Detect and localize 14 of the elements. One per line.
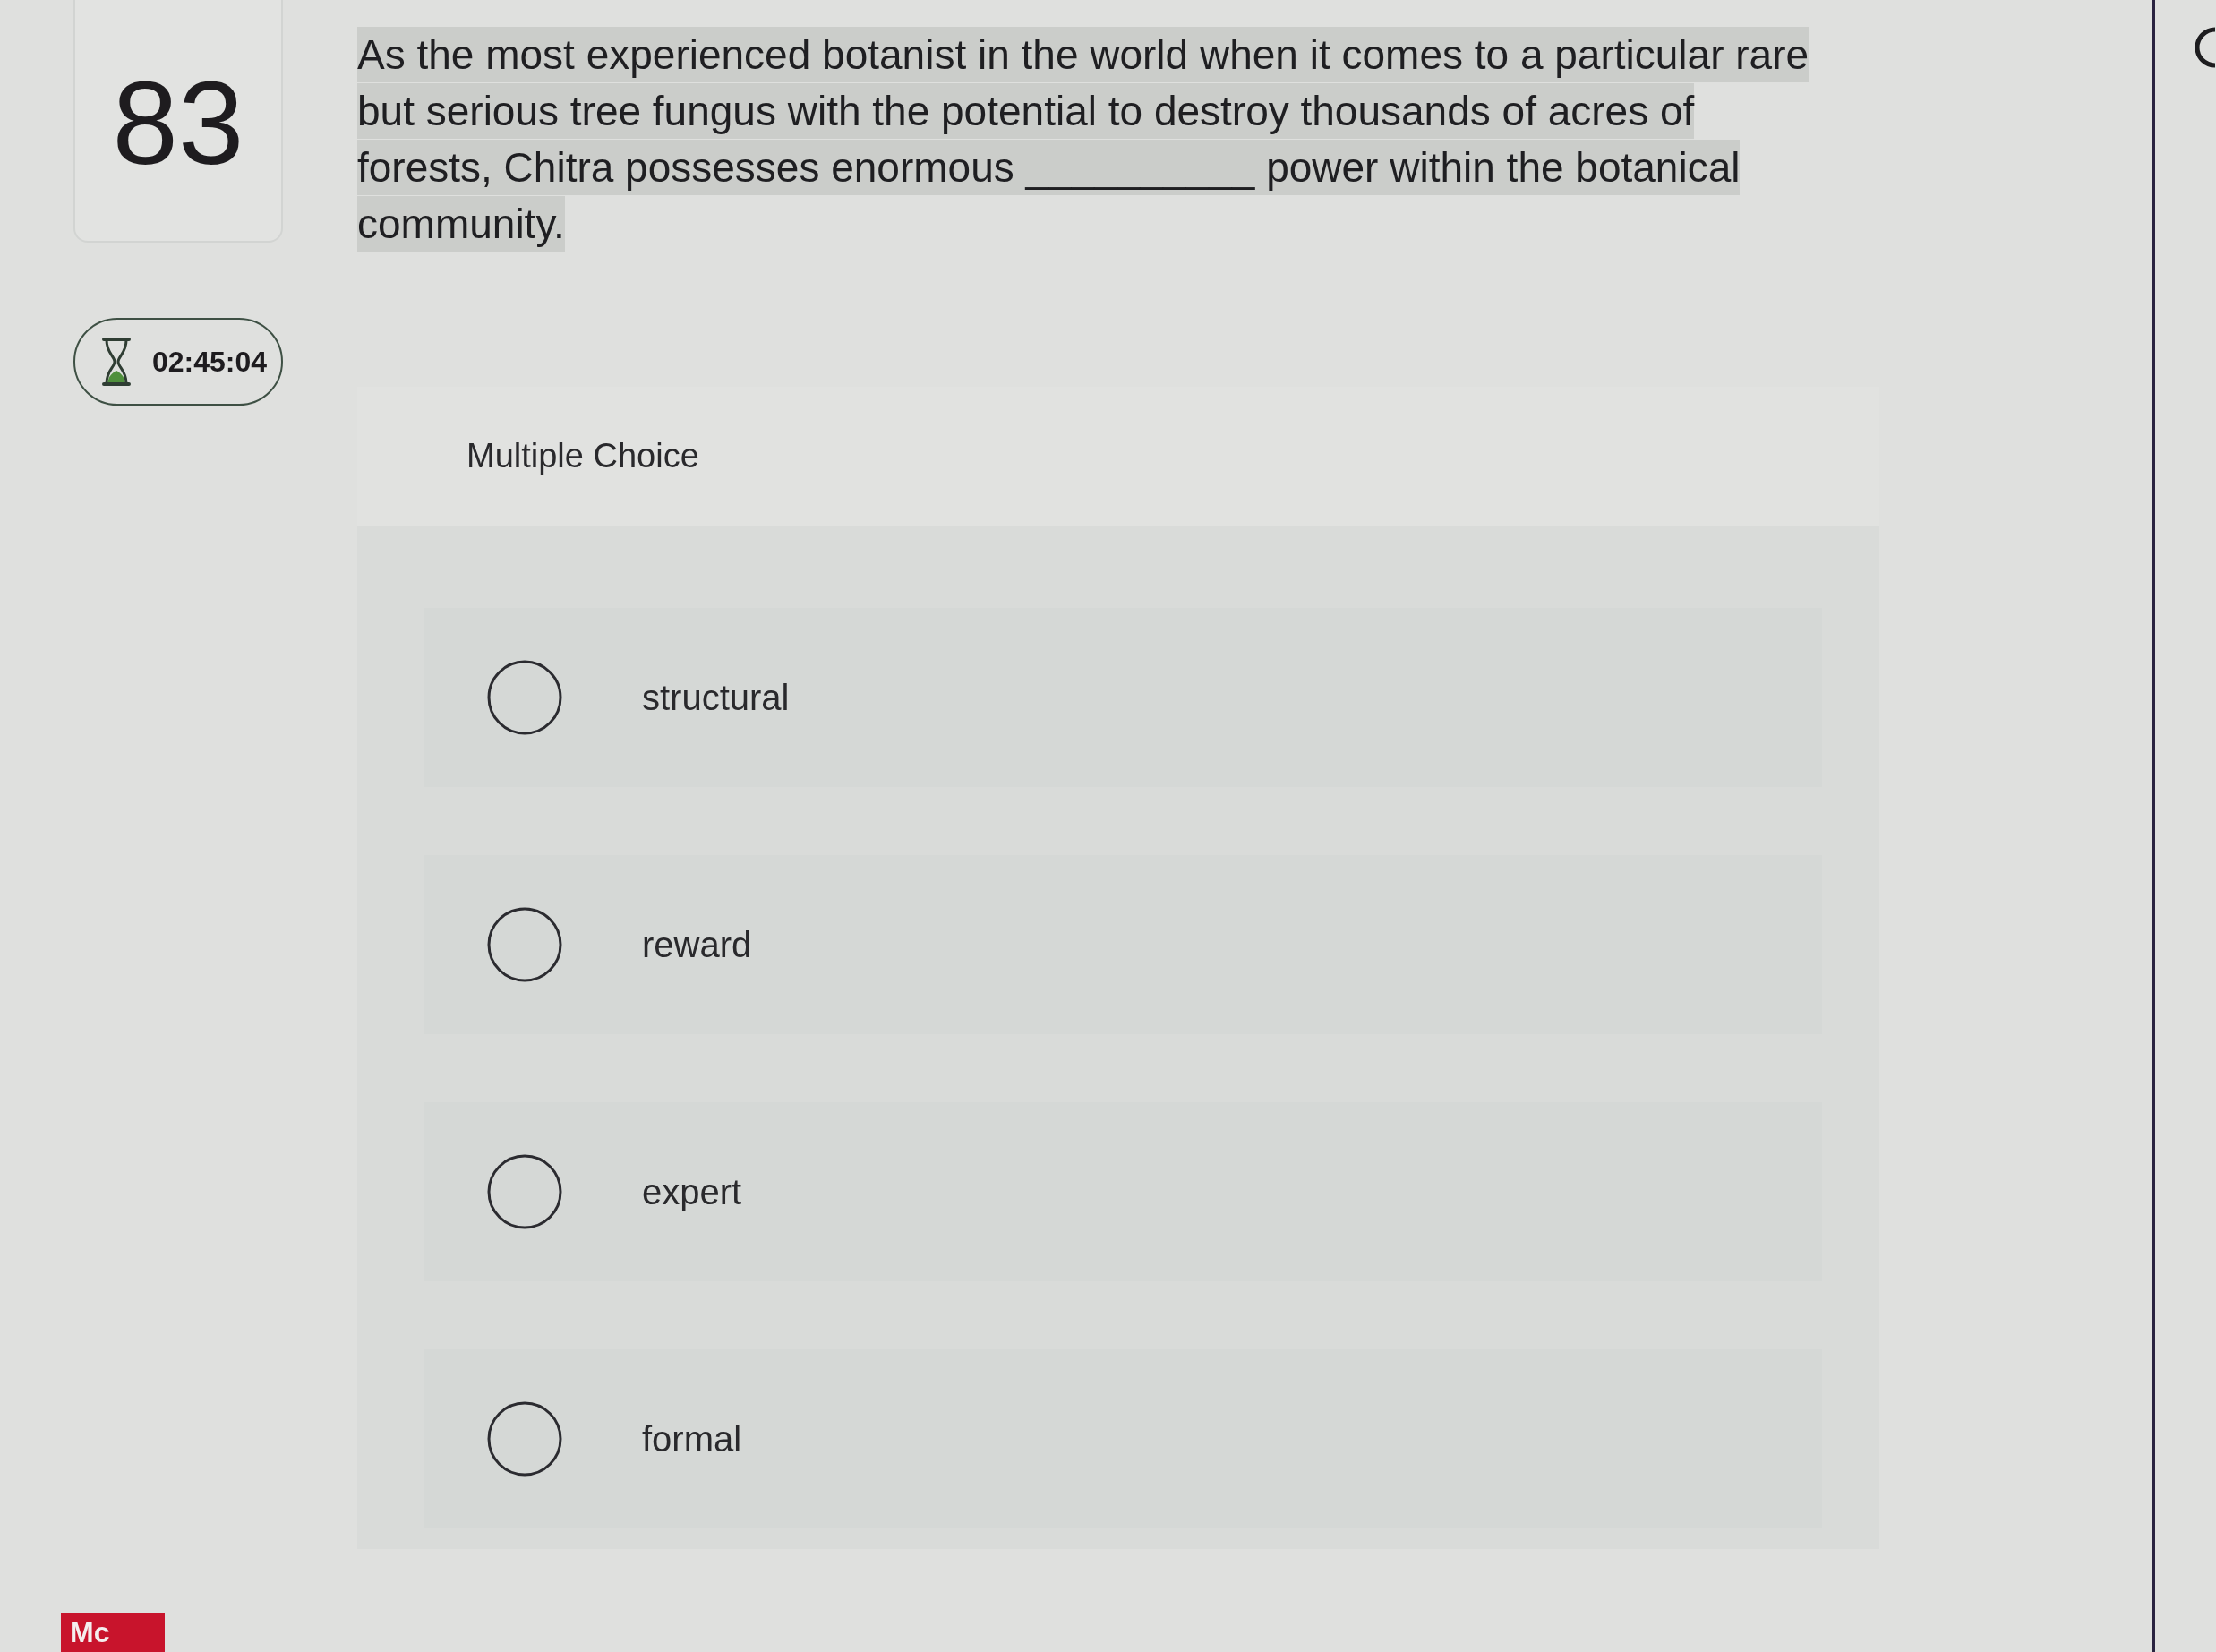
radio-button[interactable] xyxy=(487,660,562,735)
radio-button[interactable] xyxy=(487,907,562,982)
answer-option[interactable]: formal xyxy=(424,1349,1822,1528)
radio-button[interactable] xyxy=(487,1154,562,1229)
hourglass-icon xyxy=(100,337,133,387)
answer-option[interactable]: reward xyxy=(424,855,1822,1034)
radio-button[interactable] xyxy=(487,1401,562,1477)
answer-option[interactable]: structural xyxy=(424,608,1822,787)
logo: Mc xyxy=(61,1613,165,1652)
timer-text: 02:45:04 xyxy=(152,345,268,379)
ring-icon xyxy=(2195,27,2216,68)
answer-option[interactable]: expert xyxy=(424,1102,1822,1281)
question-type-label: Multiple Choice xyxy=(466,437,699,475)
question-number: 83 xyxy=(112,58,244,183)
